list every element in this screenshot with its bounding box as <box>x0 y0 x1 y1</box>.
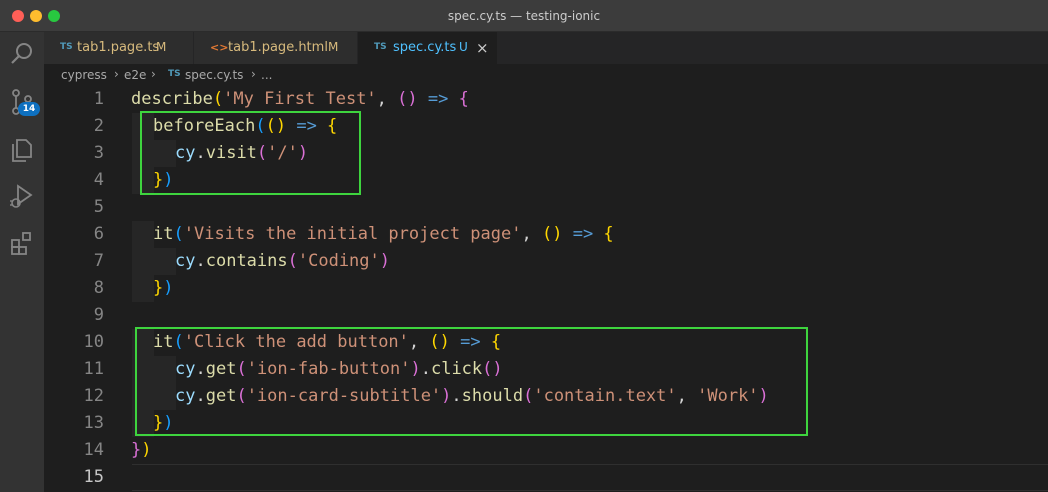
code-line-8: }) <box>153 278 174 298</box>
typescript-file-icon: TS <box>374 42 387 52</box>
breadcrumb-item-cypress[interactable]: cypress <box>61 68 107 82</box>
line-number: 10 <box>83 332 104 352</box>
extensions-icon[interactable] <box>6 228 38 260</box>
html-file-icon: <> <box>210 41 229 54</box>
chevron-right-icon: › <box>114 67 119 81</box>
line-number: 8 <box>93 278 104 298</box>
explorer-icon[interactable] <box>6 134 38 166</box>
tab-modified-status: M <box>156 40 167 54</box>
breadcrumb-item-e2e[interactable]: e2e <box>124 68 146 82</box>
line-number: 5 <box>93 197 104 217</box>
search-icon[interactable] <box>6 38 38 70</box>
code-line-7: cy.contains('Coding') <box>175 251 391 271</box>
chevron-right-icon: › <box>251 67 256 81</box>
tab-tab1-page-ts[interactable]: TS tab1.page.ts M <box>44 32 194 64</box>
source-control-badge: 14 <box>18 102 40 116</box>
run-debug-icon[interactable] <box>6 180 38 212</box>
line-number: 11 <box>83 359 104 379</box>
tab-label: tab1.page.html <box>228 40 328 55</box>
typescript-file-icon: TS <box>168 69 181 79</box>
chevron-right-icon: › <box>151 67 156 81</box>
annotation-box-click-test <box>135 327 808 436</box>
tab-label: spec.cy.ts <box>393 40 457 55</box>
breadcrumb: cypress › e2e › TS spec.cy.ts › ... <box>44 64 1048 86</box>
line-number: 2 <box>93 116 104 136</box>
code-line-6: it('Visits the initial project page', ()… <box>153 224 614 244</box>
activity-bar: 14 <box>0 32 44 492</box>
line-number: 12 <box>83 386 104 406</box>
code-line-14: }) <box>131 440 152 460</box>
line-number: 13 <box>83 413 104 433</box>
tab-label: tab1.page.ts <box>77 40 160 55</box>
line-number: 14 <box>83 440 104 460</box>
title-bar: spec.cy.ts — testing-ionic <box>0 0 1048 32</box>
line-number: 3 <box>93 143 104 163</box>
line-number: 1 <box>93 89 104 109</box>
code-line-1: describe('My First Test', () => { <box>131 89 469 109</box>
tab-bar: TS tab1.page.ts M <> tab1.page.html M TS… <box>44 32 1048 64</box>
tab-untracked-status: U <box>459 40 468 54</box>
code-editor[interactable]: 1 2 3 4 5 6 7 8 9 10 11 12 13 14 15 desc… <box>44 86 1048 492</box>
line-number: 9 <box>93 305 104 325</box>
tab-tab1-page-html[interactable]: <> tab1.page.html M <box>194 32 358 64</box>
line-number: 6 <box>93 224 104 244</box>
annotation-box-beforeeach <box>140 111 361 195</box>
close-tab-icon[interactable]: × <box>476 39 489 57</box>
typescript-file-icon: TS <box>60 42 73 52</box>
breadcrumb-item-more[interactable]: ... <box>261 68 272 82</box>
line-number-current: 15 <box>83 467 104 487</box>
line-number: 4 <box>93 170 104 190</box>
tab-modified-status: M <box>328 40 339 54</box>
tab-spec-cy-ts[interactable]: TS spec.cy.ts U × <box>358 32 498 64</box>
breadcrumb-item-spec-cy-ts[interactable]: spec.cy.ts <box>185 68 243 82</box>
window-title: spec.cy.ts — testing-ionic <box>447 9 601 23</box>
line-number: 7 <box>93 251 104 271</box>
